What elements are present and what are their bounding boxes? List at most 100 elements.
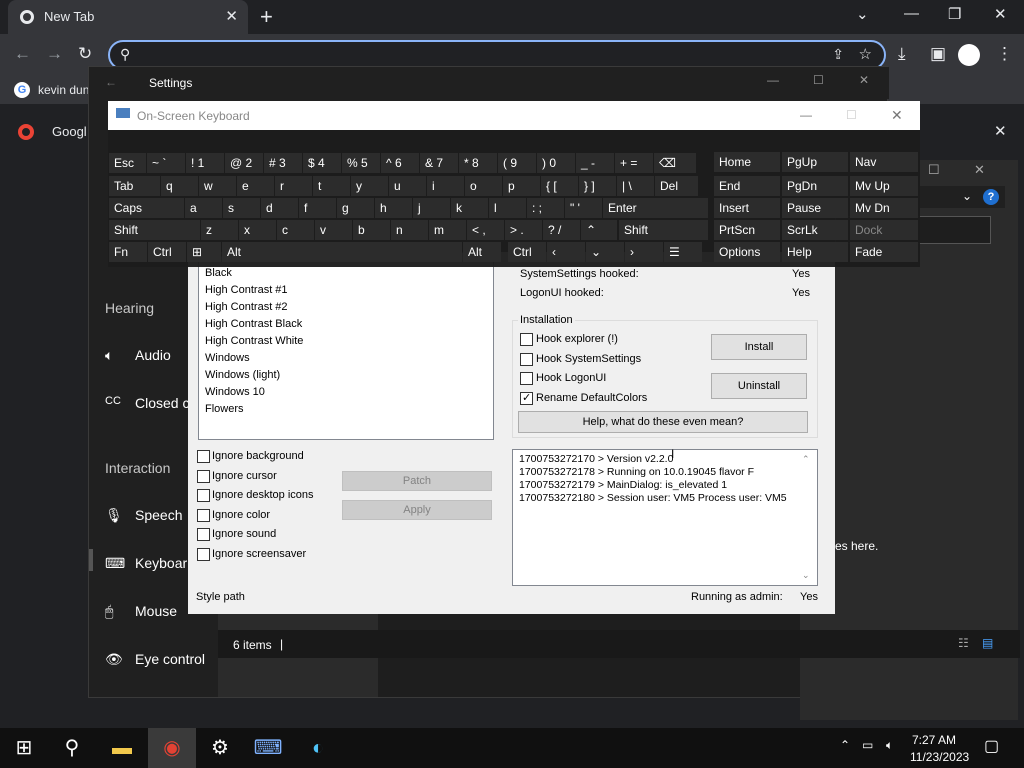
theme-item[interactable]: Flowers (199, 401, 493, 418)
key[interactable]: t (313, 176, 350, 196)
nav-eye-control[interactable]: Eye control (135, 651, 205, 667)
key[interactable]: Esc (109, 153, 146, 173)
key[interactable]: Tab (109, 176, 160, 196)
menu-icon[interactable]: ⋮ (996, 44, 1013, 64)
windows-key[interactable]: ⊞ (187, 242, 221, 262)
key[interactable]: n (391, 220, 428, 240)
nav-key[interactable]: ScrLk (782, 220, 848, 240)
ignore-checkbox[interactable] (197, 508, 210, 522)
nav-key[interactable]: End (714, 176, 780, 196)
key[interactable]: Ctrl (508, 242, 546, 262)
key[interactable]: w (199, 176, 236, 196)
key[interactable]: ^ 6 (381, 153, 419, 173)
theme-item[interactable]: Windows 10 (199, 384, 493, 401)
key[interactable]: Shift (109, 220, 200, 240)
help-button[interactable]: Help, what do these even mean? (518, 411, 808, 433)
key[interactable]: Del (655, 176, 698, 196)
download-icon[interactable]: ⤓ (898, 44, 906, 64)
help-icon[interactable]: ? (983, 189, 999, 205)
maximize-button[interactable]: ☐ (846, 108, 857, 122)
close-tab-icon[interactable]: ✕ (225, 7, 238, 25)
key[interactable]: @ 2 (225, 153, 263, 173)
side-panel-icon[interactable]: ▣ (930, 44, 946, 64)
key[interactable]: k (451, 198, 488, 218)
key[interactable]: " ' (565, 198, 602, 218)
notifications-icon[interactable]: ▢ (984, 736, 999, 756)
nav-key[interactable]: Pause (782, 198, 848, 218)
key[interactable]: < , (467, 220, 504, 240)
key[interactable]: Alt (463, 242, 501, 262)
hook-checkbox[interactable] (520, 372, 533, 385)
key[interactable]: * 8 (459, 153, 497, 173)
key[interactable]: h (375, 198, 412, 218)
key[interactable]: v (315, 220, 352, 240)
patcher-taskbar-icon[interactable]: ◐ (294, 728, 342, 768)
nav-audio[interactable]: Audio (135, 347, 171, 363)
osk-taskbar-icon[interactable]: ⌨ (244, 728, 292, 768)
arrow-left-key[interactable]: ‹ (547, 242, 585, 262)
key[interactable]: Fn (109, 242, 147, 262)
key[interactable]: | \ (617, 176, 654, 196)
ignore-checkbox[interactable] (197, 489, 210, 503)
nav-key[interactable]: Mv Up (850, 176, 918, 196)
search-icon[interactable]: ⚲ (48, 728, 96, 768)
menu-key[interactable]: ☰ (664, 242, 702, 262)
hook-checkbox[interactable] (520, 333, 533, 346)
nav-keyboard[interactable]: Keyboar (135, 555, 187, 571)
clock-date[interactable]: 11/23/2023 (910, 750, 969, 764)
key[interactable]: ? / (543, 220, 580, 240)
profile-avatar[interactable] (958, 44, 980, 66)
key[interactable]: $ 4 (303, 153, 341, 173)
nav-key[interactable]: Insert (714, 198, 780, 218)
key[interactable]: % 5 (342, 153, 380, 173)
nav-key[interactable]: Mv Dn (850, 198, 918, 218)
key[interactable]: : ; (527, 198, 564, 218)
arrow-right-key[interactable]: › (625, 242, 663, 262)
nav-key[interactable]: PgDn (782, 176, 848, 196)
theme-item[interactable]: Windows (light) (199, 367, 493, 384)
ignore-checkbox[interactable] (197, 528, 210, 542)
hook-checkbox[interactable] (520, 352, 533, 366)
key[interactable]: d (261, 198, 298, 218)
apply-button[interactable]: Apply (342, 500, 492, 520)
key[interactable]: Shift (619, 220, 708, 240)
tiles-view-icon[interactable]: ▤ (982, 636, 993, 650)
key[interactable]: } ] (579, 176, 616, 196)
nav-key[interactable]: Fade (850, 242, 918, 262)
theme-item[interactable]: Black (199, 265, 493, 282)
key[interactable]: a (185, 198, 222, 218)
restore-button[interactable]: ❐ (948, 5, 961, 23)
key[interactable]: c (277, 220, 314, 240)
key[interactable]: ~ ` (147, 153, 185, 173)
close-button[interactable]: ✕ (974, 162, 985, 178)
theme-item[interactable]: High Contrast White (199, 333, 493, 350)
back-icon[interactable]: ← (105, 75, 117, 89)
theme-item[interactable]: High Contrast #2 (199, 299, 493, 316)
log-output[interactable]: 1700753272170 > Version v2.2.0 1700753272… (512, 449, 818, 586)
close-window-button[interactable]: ✕ (994, 5, 1007, 23)
volume-icon[interactable]: 🔈︎ (886, 738, 893, 753)
tab-search-icon[interactable]: ⌄ (856, 5, 869, 23)
key[interactable]: y (351, 176, 388, 196)
google-link[interactable]: Googl (52, 124, 87, 139)
ignore-checkbox[interactable] (197, 469, 210, 483)
details-view-icon[interactable]: ☷ (958, 636, 969, 650)
key[interactable]: g (337, 198, 374, 218)
minimize-button[interactable]: — (767, 73, 779, 87)
key[interactable]: Enter (603, 198, 708, 218)
reload-icon[interactable]: ↻ (78, 44, 92, 64)
minimize-button[interactable]: — (904, 5, 919, 22)
nav-mouse[interactable]: Mouse (135, 603, 177, 619)
bookmark-item[interactable]: kevin dun (38, 83, 89, 97)
nav-key[interactable]: Nav (850, 152, 918, 172)
theme-item[interactable]: High Contrast #1 (199, 282, 493, 299)
key[interactable]: z (201, 220, 238, 240)
install-button[interactable]: Install (711, 334, 807, 360)
minimize-button[interactable]: — (800, 108, 812, 122)
backspace-key[interactable]: ⌫ (654, 153, 696, 173)
theme-item[interactable]: High Contrast Black (199, 316, 493, 333)
start-button[interactable]: ⊞ (0, 728, 48, 768)
close-banner-icon[interactable]: ✕ (994, 122, 1007, 140)
hook-checkbox[interactable] (520, 391, 533, 405)
patch-button[interactable]: Patch (342, 471, 492, 491)
